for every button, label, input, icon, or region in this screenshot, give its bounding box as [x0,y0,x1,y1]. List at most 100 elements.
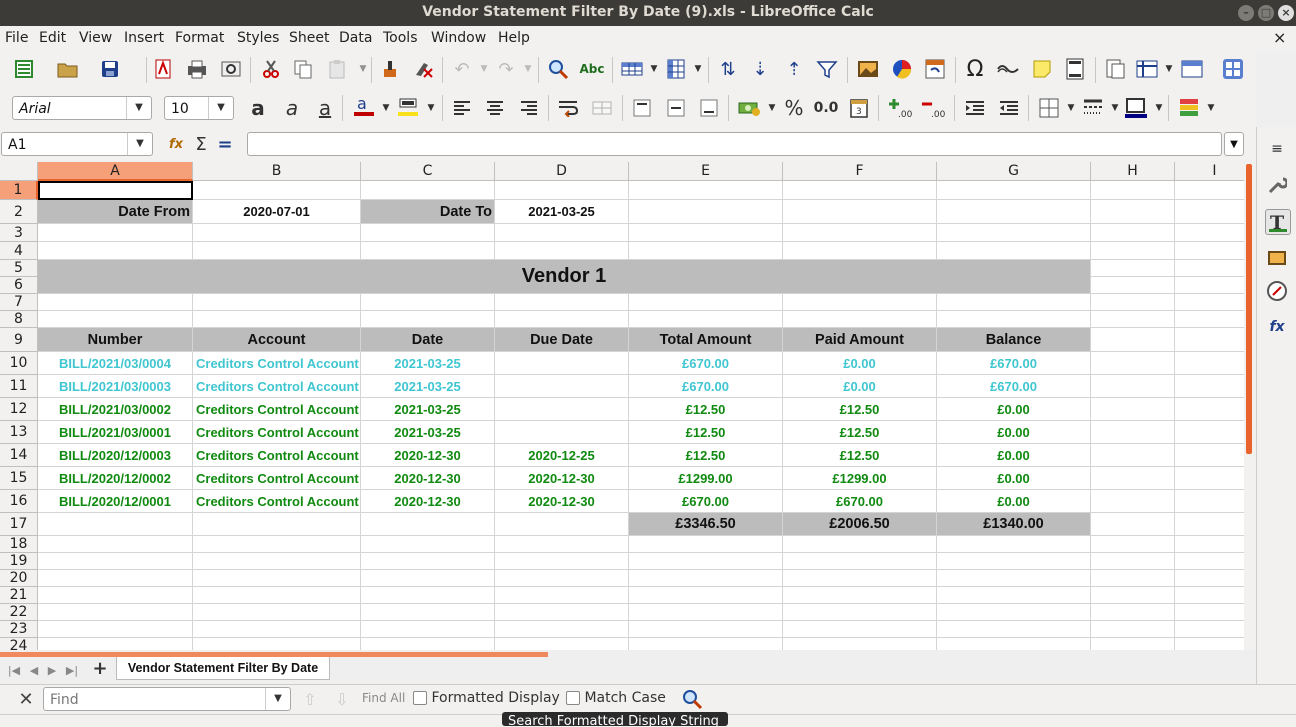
currency-dropdown-icon[interactable]: ▼ [760,96,784,120]
row-header[interactable]: 17 [0,513,38,536]
font-name-combo[interactable]: Arial ▼ [12,96,152,120]
record-paid[interactable]: £12.50 [783,421,937,444]
row-header[interactable]: 23 [0,621,38,638]
find-replace-icon[interactable] [546,57,570,81]
borders-icon[interactable] [1037,96,1061,120]
record-date[interactable]: 2020-12-30 [361,490,495,513]
match-case-checkbox[interactable]: Match Case [566,690,666,706]
record-due[interactable]: 2020-12-25 [495,444,629,467]
record-number[interactable]: BILL/2020/12/0002 [38,467,193,490]
empty-cell[interactable] [495,638,629,650]
record-date[interactable]: 2020-12-30 [361,444,495,467]
record-account[interactable]: Creditors Control Account [193,375,361,398]
empty-cell[interactable] [937,587,1091,604]
formula-input[interactable] [247,132,1222,156]
paste-icon[interactable] [325,57,349,81]
row-dropdown-icon[interactable]: ▼ [642,57,666,81]
empty-cell[interactable] [193,621,361,638]
find-replace-icon[interactable] [680,687,704,711]
sheet-tab-active[interactable]: Vendor Statement Filter By Date [116,657,330,680]
menu-help[interactable]: Help [498,30,530,46]
empty-cell[interactable] [1091,352,1175,375]
align-center-icon[interactable] [483,96,507,120]
record-balance[interactable]: £0.00 [937,398,1091,421]
empty-cell[interactable] [937,200,1091,224]
empty-cell[interactable] [1175,242,1244,260]
insert-image-icon[interactable] [856,57,880,81]
expand-formula-button[interactable]: ▼ [1224,132,1244,156]
column-header[interactable]: D [495,162,629,181]
comment-icon[interactable] [1030,57,1054,81]
empty-cell[interactable] [1091,467,1175,490]
record-total[interactable]: £670.00 [629,375,783,398]
row-header[interactable]: 21 [0,587,38,604]
record-due[interactable]: 2020-12-30 [495,467,629,490]
export-pdf-icon[interactable] [151,57,175,81]
menu-view[interactable]: View [79,30,112,46]
empty-cell[interactable] [937,604,1091,621]
redo-icon[interactable]: ↷ [494,57,518,81]
empty-cell[interactable] [361,604,495,621]
column-header[interactable]: B [193,162,361,181]
record-paid[interactable]: £12.50 [783,398,937,421]
record-number[interactable]: BILL/2020/12/0003 [38,444,193,467]
table-header[interactable]: Number [38,328,193,352]
empty-cell[interactable] [495,311,629,328]
empty-cell[interactable] [361,513,495,536]
empty-cell[interactable] [629,181,783,200]
border-color-icon[interactable] [1124,96,1148,120]
empty-cell[interactable] [783,181,937,200]
empty-cell[interactable] [629,242,783,260]
record-paid[interactable]: £12.50 [783,444,937,467]
date-from-label[interactable]: Date From [38,200,193,224]
empty-cell[interactable] [1175,553,1244,570]
wrap-text-icon[interactable] [556,96,580,120]
menu-sheet[interactable]: Sheet [289,30,329,46]
align-left-icon[interactable] [450,96,474,120]
hyperlink-icon[interactable] [996,57,1020,81]
sidebar-menu-icon[interactable]: ≡ [1265,137,1289,161]
empty-cell[interactable] [495,587,629,604]
copy-icon[interactable] [291,57,315,81]
empty-cell[interactable] [495,224,629,242]
empty-cell[interactable] [629,570,783,587]
empty-cell[interactable] [783,638,937,650]
record-total[interactable]: £12.50 [629,398,783,421]
empty-cell[interactable] [361,621,495,638]
empty-cell[interactable] [495,553,629,570]
table-header[interactable]: Paid Amount [783,328,937,352]
empty-cell[interactable] [937,570,1091,587]
row-header[interactable]: 10 [0,352,38,375]
empty-cell[interactable] [361,587,495,604]
merge-center-icon[interactable] [590,96,614,120]
column-header[interactable]: A [38,162,193,181]
empty-cell[interactable] [1091,277,1175,294]
freeze-dropdown-icon[interactable]: ▼ [1157,57,1181,81]
row-header[interactable]: 15 [0,467,38,490]
table-header[interactable]: Total Amount [629,328,783,352]
empty-cell[interactable] [38,604,193,621]
underline-icon[interactable]: a [313,96,337,120]
empty-cell[interactable] [1091,513,1175,536]
empty-cell[interactable] [1175,444,1244,467]
empty-cell[interactable] [1091,638,1175,650]
new-spreadsheet-icon[interactable] [12,57,36,81]
empty-cell[interactable] [361,536,495,553]
clear-formatting-icon[interactable] [411,57,435,81]
row-header[interactable]: 14 [0,444,38,467]
empty-cell[interactable] [1175,375,1244,398]
date-to-value[interactable]: 2021-03-25 [495,200,629,224]
menu-data[interactable]: Data [339,30,372,46]
formatted-display-checkbox[interactable]: Formatted Display [413,690,560,706]
empty-cell[interactable] [629,224,783,242]
record-paid[interactable]: £670.00 [783,490,937,513]
record-date[interactable]: 2021-03-25 [361,421,495,444]
row-header[interactable]: 16 [0,490,38,513]
bold-icon[interactable]: a [246,96,270,120]
empty-cell[interactable] [629,294,783,311]
row-header[interactable]: 4 [0,242,38,260]
close-find-bar-icon[interactable]: ✕ [14,687,38,711]
empty-cell[interactable] [629,311,783,328]
empty-cell[interactable] [193,604,361,621]
special-character-icon[interactable]: Ω [963,57,987,82]
